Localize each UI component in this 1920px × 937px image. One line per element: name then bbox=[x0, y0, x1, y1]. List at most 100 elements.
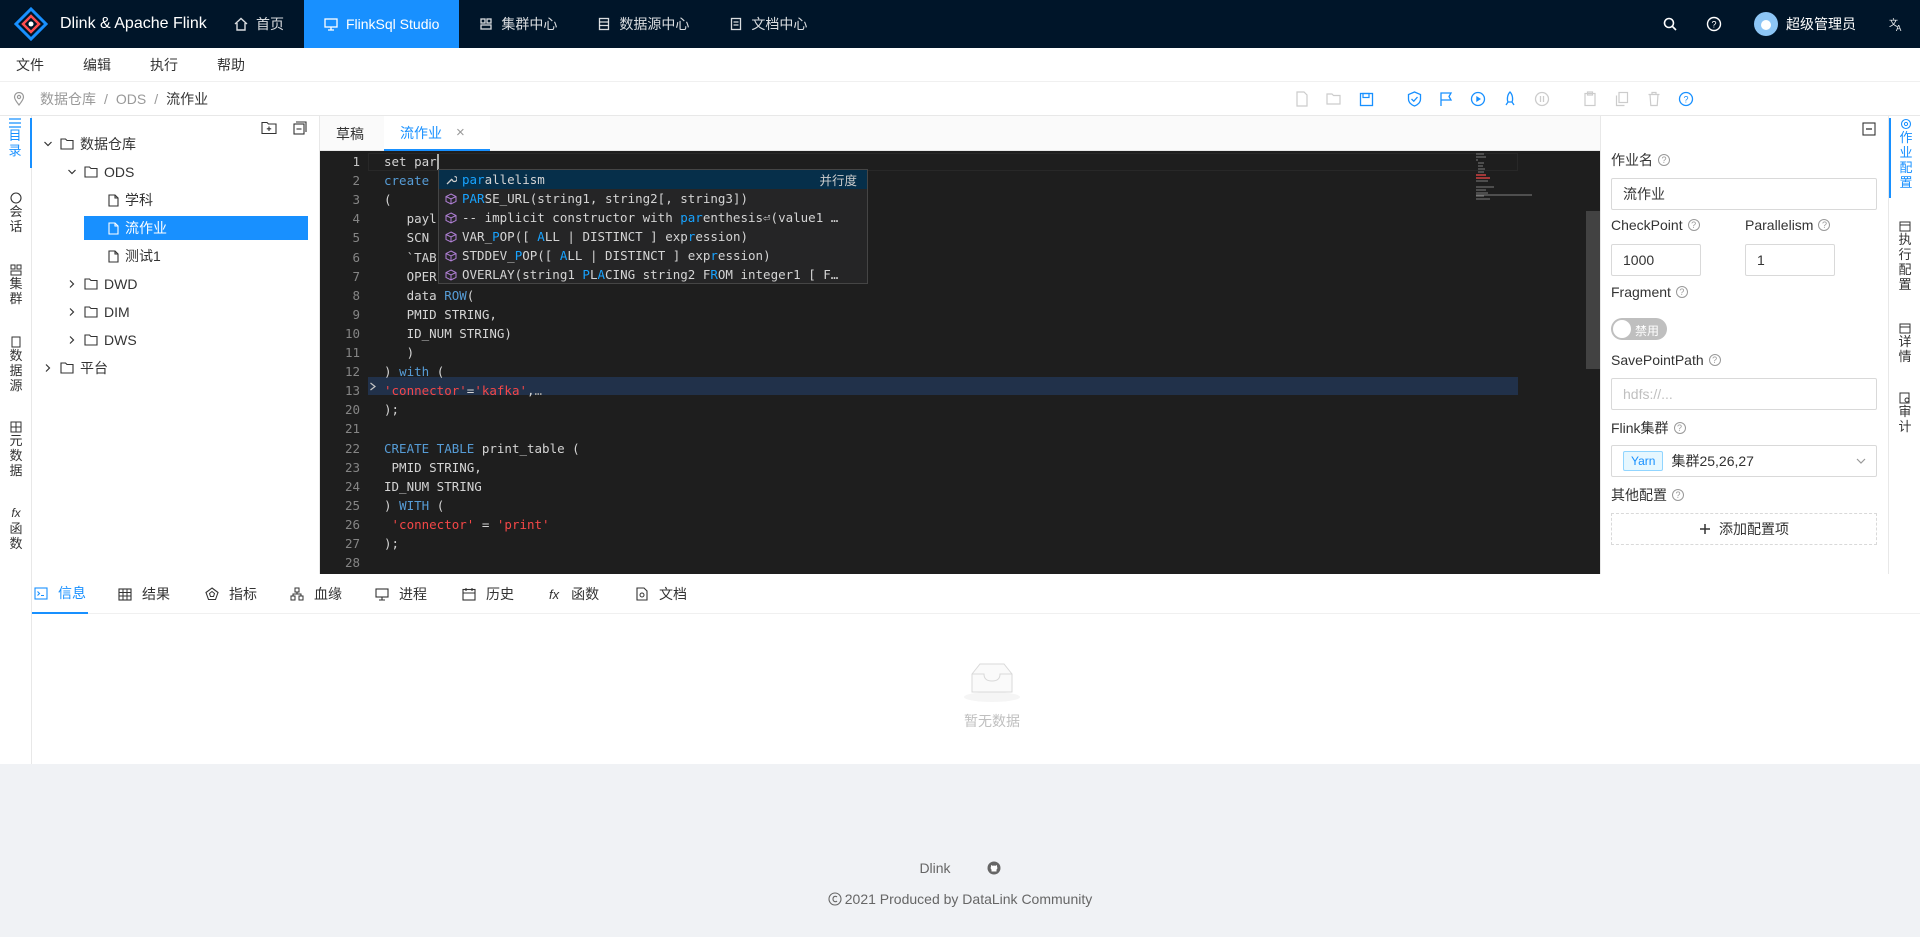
side-tab-exec-config[interactable]: 执 行 配 置 bbox=[1889, 220, 1920, 292]
open-folder-button[interactable] bbox=[1318, 90, 1350, 108]
menu-file[interactable]: 文件 bbox=[16, 55, 44, 75]
user-menu[interactable]: 超级管理员 bbox=[1738, 0, 1872, 48]
suggestion-item[interactable]: OVERLAY(string1 PLACING string2 FROM int… bbox=[439, 265, 867, 284]
suggestion-item[interactable]: parallelism 并行度 bbox=[439, 170, 867, 189]
tree-folder[interactable]: 数据仓库 bbox=[36, 132, 308, 156]
parallelism-input[interactable]: 1 bbox=[1745, 244, 1835, 276]
desktop-icon bbox=[324, 18, 338, 31]
side-tab-char: 群 bbox=[9, 291, 23, 306]
console-tab-functions[interactable]: fx 函数 bbox=[549, 574, 599, 614]
chevron-right-icon[interactable] bbox=[60, 307, 84, 317]
scrollbar-thumb[interactable] bbox=[1586, 211, 1600, 369]
chevron-right-icon[interactable] bbox=[60, 279, 84, 289]
console-tab-history[interactable]: 历史 bbox=[462, 574, 514, 614]
suggestion-item[interactable]: PARSE_URL(string1, string2[, string3]) bbox=[439, 189, 867, 208]
console-tab-results[interactable]: 结果 bbox=[118, 574, 170, 614]
header-search-button[interactable] bbox=[1650, 0, 1690, 48]
side-tab-char: 数 bbox=[9, 348, 23, 363]
tree-node-label: ODS bbox=[104, 164, 135, 180]
nav-home-label: 首页 bbox=[256, 16, 284, 32]
question-circle-icon: ? bbox=[1818, 219, 1831, 231]
minus-square-icon[interactable] bbox=[1862, 122, 1876, 136]
tree-folder[interactable]: DWD bbox=[60, 272, 308, 296]
console-tab-process[interactable]: 进程 bbox=[375, 574, 427, 614]
side-tab-job-config[interactable]: 作 业 配 置 bbox=[1889, 118, 1920, 198]
editor-scrollbar[interactable] bbox=[1586, 151, 1600, 574]
code-line: 'connector' = 'print' bbox=[391, 516, 550, 532]
nav-flinksql-studio[interactable]: FlinkSql Studio bbox=[304, 0, 460, 48]
checkpoint-input[interactable]: 1000 bbox=[1611, 244, 1701, 276]
check-button[interactable] bbox=[1398, 90, 1430, 108]
minimap[interactable] bbox=[1474, 151, 1534, 211]
menu-execute[interactable]: 执行 bbox=[150, 55, 178, 75]
github-icon[interactable] bbox=[987, 861, 1001, 875]
side-tab-datasource[interactable]: 数 据 源 bbox=[0, 336, 32, 393]
side-tab-session[interactable]: 会 话 bbox=[0, 192, 32, 234]
tree-file[interactable]: 流作业 bbox=[84, 216, 308, 240]
nav-home[interactable]: 首页 bbox=[214, 0, 304, 48]
nav-cluster-center[interactable]: 集群中心 bbox=[459, 0, 577, 48]
header-right-tools: ? 超级管理员 文A bbox=[1650, 0, 1920, 48]
console-tab-lineage[interactable]: 血缘 bbox=[290, 574, 342, 614]
toolbar-divider bbox=[1558, 90, 1574, 108]
chevron-down-icon[interactable] bbox=[36, 139, 60, 149]
chevron-right-icon[interactable] bbox=[60, 335, 84, 345]
editor-tab-draft[interactable]: 草稿 bbox=[320, 116, 384, 151]
code-editor[interactable]: 1 set par 2 create 3 (4 payl 5 SCN 6 `TAB 7 OPE… bbox=[320, 151, 1600, 574]
nav-datasource-center[interactable]: 数据源中心 bbox=[577, 0, 709, 48]
tree-folder[interactable]: DWS bbox=[60, 328, 308, 352]
side-tab-metadata[interactable]: 元 数 据 bbox=[0, 421, 32, 478]
tree-folder[interactable]: DIM bbox=[60, 300, 308, 324]
savepoint-input[interactable]: hdfs://... bbox=[1611, 378, 1877, 410]
breadcrumb-item-1[interactable]: 数据仓库 bbox=[40, 89, 96, 109]
editor-tab-stream-job[interactable]: 流作业 × bbox=[384, 116, 490, 151]
tree-folder[interactable]: 平台 bbox=[36, 356, 308, 380]
copy-button[interactable] bbox=[1606, 90, 1638, 108]
fold-chevron-icon[interactable] bbox=[369, 382, 377, 391]
close-icon[interactable]: × bbox=[456, 124, 465, 141]
side-tab-audit[interactable]: 审 计 bbox=[1889, 392, 1920, 434]
clipboard-button[interactable] bbox=[1574, 90, 1606, 108]
delete-button[interactable] bbox=[1638, 90, 1670, 108]
tree-folder[interactable]: ODS bbox=[60, 160, 308, 184]
flink-cluster-select[interactable]: Yarn 集群25,26,27 bbox=[1611, 445, 1877, 477]
console-tab-info[interactable]: 信息 bbox=[32, 574, 88, 614]
chevron-down-icon[interactable] bbox=[60, 167, 84, 177]
suggestion-item[interactable]: VAR_POP([ ALL | DISTINCT ] expression) bbox=[439, 227, 867, 246]
suggestion-item[interactable]: STDDEV_POP([ ALL | DISTINCT ] expression… bbox=[439, 246, 867, 265]
submit-button[interactable] bbox=[1494, 90, 1526, 108]
fragment-toggle[interactable]: 禁用 bbox=[1611, 318, 1667, 340]
suggestion-item[interactable]: -- implicit constructor with parenthesis… bbox=[439, 208, 867, 227]
run-button[interactable] bbox=[1462, 90, 1494, 108]
tree-file[interactable]: 学科 bbox=[84, 188, 308, 212]
header-help-button[interactable]: ? bbox=[1690, 0, 1738, 48]
cube-icon bbox=[443, 230, 459, 244]
tree-file[interactable]: 测试1 bbox=[84, 244, 308, 268]
side-tab-catalog[interactable]: 目 录 bbox=[0, 118, 32, 168]
pause-button[interactable] bbox=[1526, 90, 1558, 108]
side-tab-cluster[interactable]: 集 群 bbox=[0, 264, 32, 306]
app-logo[interactable]: Dlink & Apache Flink bbox=[14, 7, 207, 41]
chevron-right-icon[interactable] bbox=[36, 363, 60, 373]
job-name-input[interactable]: 流作业 bbox=[1611, 178, 1877, 210]
breadcrumb-separator: / bbox=[104, 91, 108, 107]
flag-button[interactable] bbox=[1430, 90, 1462, 108]
new-file-button[interactable] bbox=[1286, 90, 1318, 108]
save-button[interactable] bbox=[1350, 90, 1382, 108]
footer-link-dlink[interactable]: Dlink bbox=[919, 860, 950, 876]
breadcrumb: 数据仓库 / ODS / 流作业 bbox=[12, 82, 208, 116]
breadcrumb-item-2[interactable]: ODS bbox=[116, 91, 146, 107]
side-tab-functions[interactable]: fx 函 数 bbox=[0, 506, 32, 551]
help-doc-button[interactable]: ? bbox=[1670, 90, 1702, 108]
console-tab-docs[interactable]: 文档 bbox=[636, 574, 687, 614]
side-tab-details[interactable]: 详 情 bbox=[1889, 322, 1920, 364]
menu-help[interactable]: 帮助 bbox=[217, 55, 245, 75]
plus-icon bbox=[1700, 524, 1710, 534]
question-circle-icon: ? bbox=[1678, 91, 1694, 107]
tab-label: 结果 bbox=[142, 586, 170, 602]
add-config-button[interactable]: 添加配置项 bbox=[1611, 513, 1877, 545]
nav-doc-center[interactable]: 文档中心 bbox=[709, 0, 827, 48]
console-tab-metrics[interactable]: 指标 bbox=[205, 574, 257, 614]
language-switch[interactable]: 文A bbox=[1872, 0, 1920, 48]
menu-edit[interactable]: 编辑 bbox=[83, 55, 111, 75]
